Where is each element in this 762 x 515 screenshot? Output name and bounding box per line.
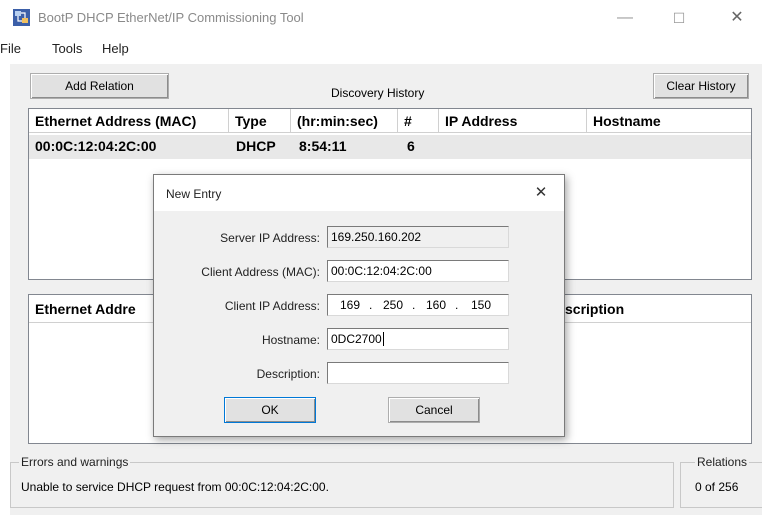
table-row[interactable]: 00:0C:12:04:2C:00 DHCP 8:54:11 6 xyxy=(29,135,751,159)
minimize-button[interactable]: — xyxy=(602,4,648,32)
ip-octet-4[interactable]: 150 xyxy=(471,295,491,315)
ip-dot-3: . xyxy=(455,298,459,312)
menu-file[interactable]: File xyxy=(0,41,21,56)
window-title: BootP DHCP EtherNet/IP Commissioning Too… xyxy=(38,10,304,25)
hostname-value: 0DC2700 xyxy=(331,332,382,346)
ip-dot-1: . xyxy=(369,298,373,312)
client-mac-label: Client Address (MAC): xyxy=(201,265,320,279)
server-ip-label: Server IP Address: xyxy=(220,231,320,245)
row-type: DHCP xyxy=(236,138,276,154)
network-app-icon xyxy=(13,9,30,26)
client-ip-label: Client IP Address: xyxy=(224,299,320,313)
column-header-relations-description[interactable]: scription xyxy=(559,295,751,323)
errors-group-title: Errors and warnings xyxy=(19,455,131,469)
errors-group: Errors and warnings Unable to service DH… xyxy=(10,455,674,508)
column-header-type[interactable]: Type xyxy=(229,109,291,133)
dialog-close-icon[interactable]: ✕ xyxy=(524,181,558,205)
menu-bar: File Tools Help xyxy=(0,38,762,60)
column-header-mac[interactable]: Ethernet Address (MAC) xyxy=(29,109,229,133)
title-bar: BootP DHCP EtherNet/IP Commissioning Too… xyxy=(0,0,762,36)
text-cursor xyxy=(382,332,384,346)
dialog-title: New Entry xyxy=(166,187,222,201)
client-mac-field[interactable]: 00:0C:12:04:2C:00 xyxy=(327,260,509,282)
hostname-field[interactable]: 0DC2700 xyxy=(327,328,509,350)
relations-group-title: Relations xyxy=(695,455,750,469)
hostname-label: Hostname: xyxy=(261,333,320,347)
description-field[interactable] xyxy=(327,362,509,384)
cancel-button[interactable]: Cancel xyxy=(388,397,480,423)
relations-group: Relations 0 of 256 xyxy=(680,455,762,508)
column-header-ip[interactable]: IP Address xyxy=(439,109,587,133)
ip-octet-1[interactable]: 169 xyxy=(340,295,360,315)
status-message: Unable to service DHCP request from 00:0… xyxy=(21,480,329,494)
column-header-hostname[interactable]: Hostname xyxy=(587,109,751,133)
row-count: 6 xyxy=(407,138,415,154)
client-ip-field[interactable]: 169 . 250 . 160 . 150 xyxy=(327,294,509,316)
clear-history-button[interactable]: Clear History xyxy=(653,73,749,99)
menu-tools[interactable]: Tools xyxy=(52,41,82,56)
dialog-title-bar: New Entry ✕ xyxy=(154,175,564,211)
relations-count: 0 of 256 xyxy=(695,480,739,494)
column-header-time[interactable]: (hr:min:sec) xyxy=(291,109,398,133)
maximize-button[interactable]: ☐ xyxy=(656,4,702,32)
row-mac: 00:0C:12:04:2C:00 xyxy=(35,138,157,154)
ip-octet-2[interactable]: 250 xyxy=(383,295,403,315)
discovery-history-title: Discovery History xyxy=(331,86,425,100)
new-entry-dialog: New Entry ✕ Server IP Address: 169.250.1… xyxy=(153,174,565,437)
add-relation-button[interactable]: Add Relation xyxy=(30,73,169,99)
close-button[interactable]: ✕ xyxy=(714,4,760,32)
description-label: Description: xyxy=(256,367,320,381)
column-header-count[interactable]: # xyxy=(398,109,439,133)
server-ip-field: 169.250.160.202 xyxy=(327,226,509,248)
menu-help[interactable]: Help xyxy=(102,41,129,56)
ip-dot-2: . xyxy=(412,298,416,312)
row-time: 8:54:11 xyxy=(299,138,347,154)
ip-octet-3[interactable]: 160 xyxy=(426,295,446,315)
ok-button[interactable]: OK xyxy=(224,397,316,423)
